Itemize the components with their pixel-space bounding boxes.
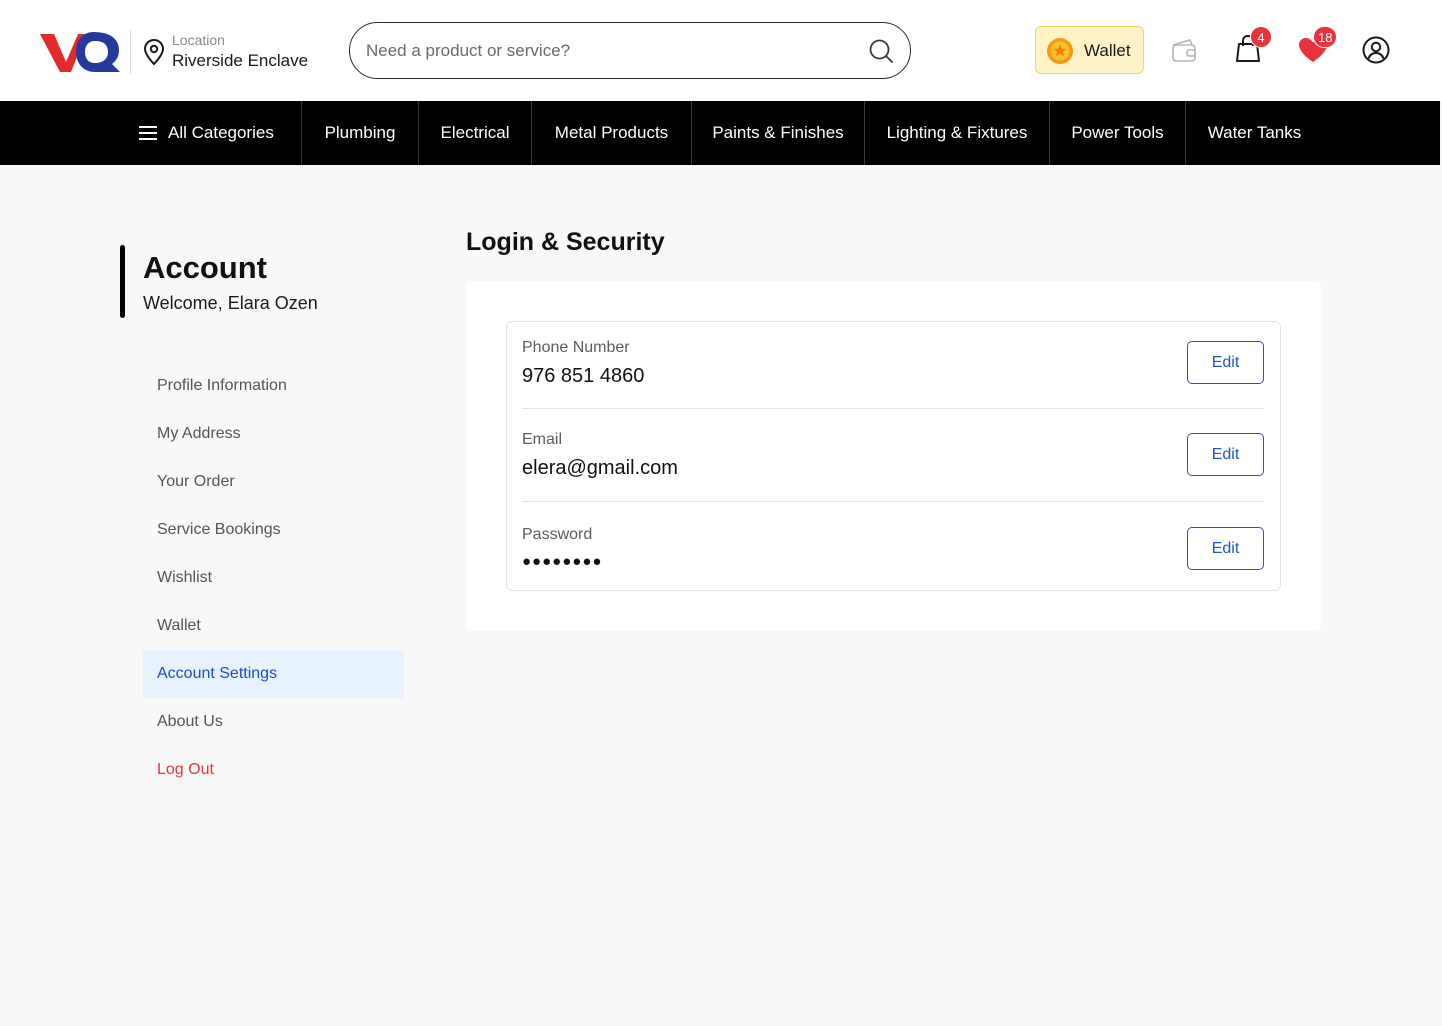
wallet-icon[interactable]: [1170, 36, 1198, 64]
login-security-card: [506, 321, 1281, 591]
welcome-message: Welcome, Elara Ozen: [143, 293, 318, 313]
sidebar-item-wishlist[interactable]: Wishlist: [143, 554, 404, 602]
nav-item-paints-finishes[interactable]: Paints & Finishes: [692, 101, 864, 165]
field-divider: [522, 408, 1264, 409]
edit-email-button[interactable]: Edit: [1187, 433, 1264, 476]
sidebar-item-profile-information[interactable]: Profile Information: [143, 362, 404, 410]
sidebar-item-service-bookings[interactable]: Service Bookings: [143, 506, 404, 554]
page-title: Login & Security: [466, 228, 665, 256]
location-value[interactable]: Riverside Enclave: [172, 51, 308, 71]
site-header: Location Riverside Enclave Wallet 4 18: [0, 0, 1442, 101]
email-label: Email: [522, 431, 563, 448]
nav-item-lighting-fixtures[interactable]: Lighting & Fixtures: [865, 101, 1049, 165]
location-caption: Location: [172, 32, 225, 48]
nav-item-metal-products[interactable]: Metal Products: [532, 101, 691, 165]
sidebar-item-log-out[interactable]: Log Out: [143, 746, 404, 794]
sidebar-item-wallet[interactable]: Wallet: [143, 602, 404, 650]
nav-item-power-tools[interactable]: Power Tools: [1050, 101, 1185, 165]
coin-icon: [1047, 38, 1073, 64]
search-icon[interactable]: [868, 38, 894, 64]
email-value: elera@gmail.com: [522, 457, 678, 479]
edit-password-button[interactable]: Edit: [1187, 527, 1264, 570]
hamburger-menu-icon[interactable]: [139, 125, 157, 141]
edit-phone-button[interactable]: Edit: [1187, 341, 1264, 384]
sidebar-item-my-address[interactable]: My Address: [143, 410, 404, 458]
category-nav: All Categories Plumbing Electrical Metal…: [0, 101, 1440, 165]
phone-number-label: Phone Number: [522, 339, 630, 356]
wishlist-count-badge: 18: [1313, 26, 1338, 48]
sidebar-item-about-us[interactable]: About Us: [143, 698, 404, 746]
password-label: Password: [522, 526, 593, 543]
sidebar-item-your-order[interactable]: Your Order: [143, 458, 404, 506]
cart-count-badge: 4: [1250, 26, 1272, 48]
map-pin-icon[interactable]: [142, 38, 166, 66]
nav-item-electrical[interactable]: Electrical: [419, 101, 531, 165]
field-divider: [522, 501, 1264, 502]
brand-logo[interactable]: [38, 28, 122, 76]
nav-item-plumbing[interactable]: Plumbing: [302, 101, 418, 165]
wallet-button[interactable]: Wallet: [1035, 26, 1144, 74]
search-input[interactable]: [366, 39, 846, 63]
search-bar[interactable]: [349, 22, 911, 79]
nav-item-water-tanks[interactable]: Water Tanks: [1186, 101, 1323, 165]
password-masked-value: ●●●●●●●●: [522, 553, 603, 570]
phone-number-value: 976 851 4860: [522, 365, 645, 387]
wallet-label: Wallet: [1084, 41, 1131, 60]
account-accent-bar: [120, 245, 125, 318]
sidebar-item-account-settings[interactable]: Account Settings: [143, 650, 404, 698]
account-title: Account: [143, 250, 267, 285]
nav-all-categories[interactable]: All Categories: [168, 101, 274, 165]
user-icon[interactable]: [1362, 36, 1390, 64]
logo-divider: [130, 30, 131, 74]
